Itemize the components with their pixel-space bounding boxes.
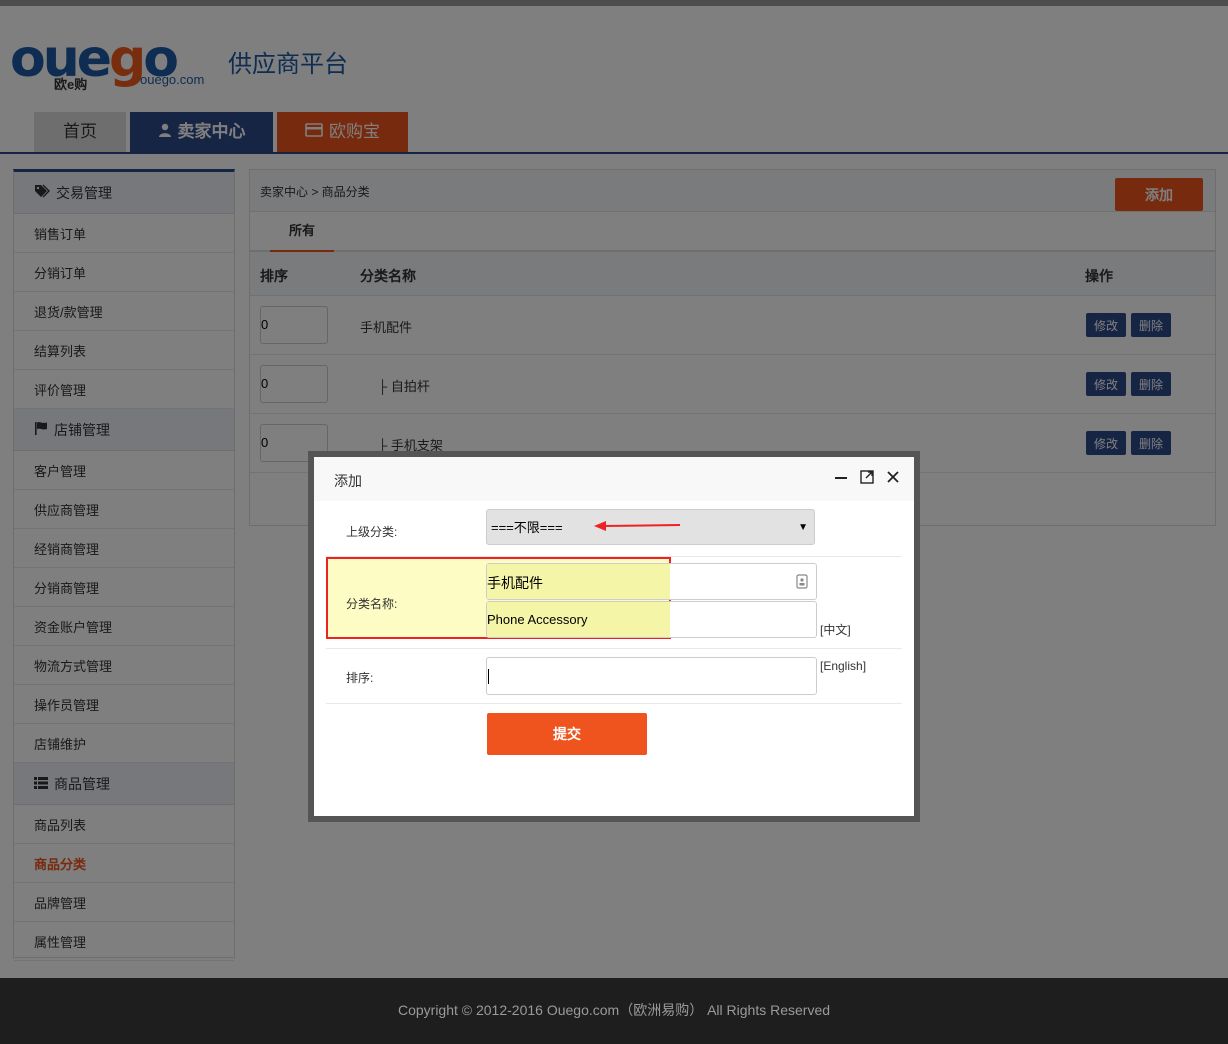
category-name-en-input[interactable]: Phone Accessory [486, 601, 817, 638]
maximize-icon[interactable] [858, 469, 876, 487]
category-name-cn-value: 手机配件 [487, 575, 543, 591]
close-icon[interactable] [884, 469, 902, 487]
parent-category-value: ===不限=== [491, 520, 563, 535]
dialog-controls [832, 469, 902, 487]
chevron-down-icon: ▼ [798, 522, 808, 533]
sort-order-input[interactable] [486, 657, 817, 695]
add-category-dialog: 添加 上级分类: ===不限=== ▼ 分类名称: 手机配件 [中文] Phon… [308, 451, 920, 822]
dialog-header: 添加 [314, 457, 914, 501]
contact-card-icon [796, 574, 808, 592]
annotation-arrow-icon [594, 521, 680, 531]
category-name-cn-input[interactable]: 手机配件 [486, 563, 817, 600]
site-footer: Copyright © 2012-2016 Ouego.com（欧洲易购） Al… [0, 978, 1228, 1044]
divider [326, 556, 902, 557]
sort-label: 排序: [346, 671, 374, 685]
divider [326, 648, 902, 649]
category-name-label: 分类名称: [346, 597, 398, 611]
lang-tag-en: [English] [820, 659, 867, 673]
minimize-icon[interactable] [832, 469, 850, 487]
category-name-en-value: Phone Accessory [487, 612, 588, 627]
divider [326, 703, 902, 704]
dialog-body: 上级分类: ===不限=== ▼ 分类名称: 手机配件 [中文] Phone A… [314, 501, 914, 822]
lang-tag-cn: [中文] [820, 623, 851, 637]
parent-category-label: 上级分类: [346, 525, 398, 539]
text-cursor [488, 669, 489, 684]
submit-button[interactable]: 提交 [487, 713, 647, 755]
dialog-title: 添加 [334, 473, 362, 489]
